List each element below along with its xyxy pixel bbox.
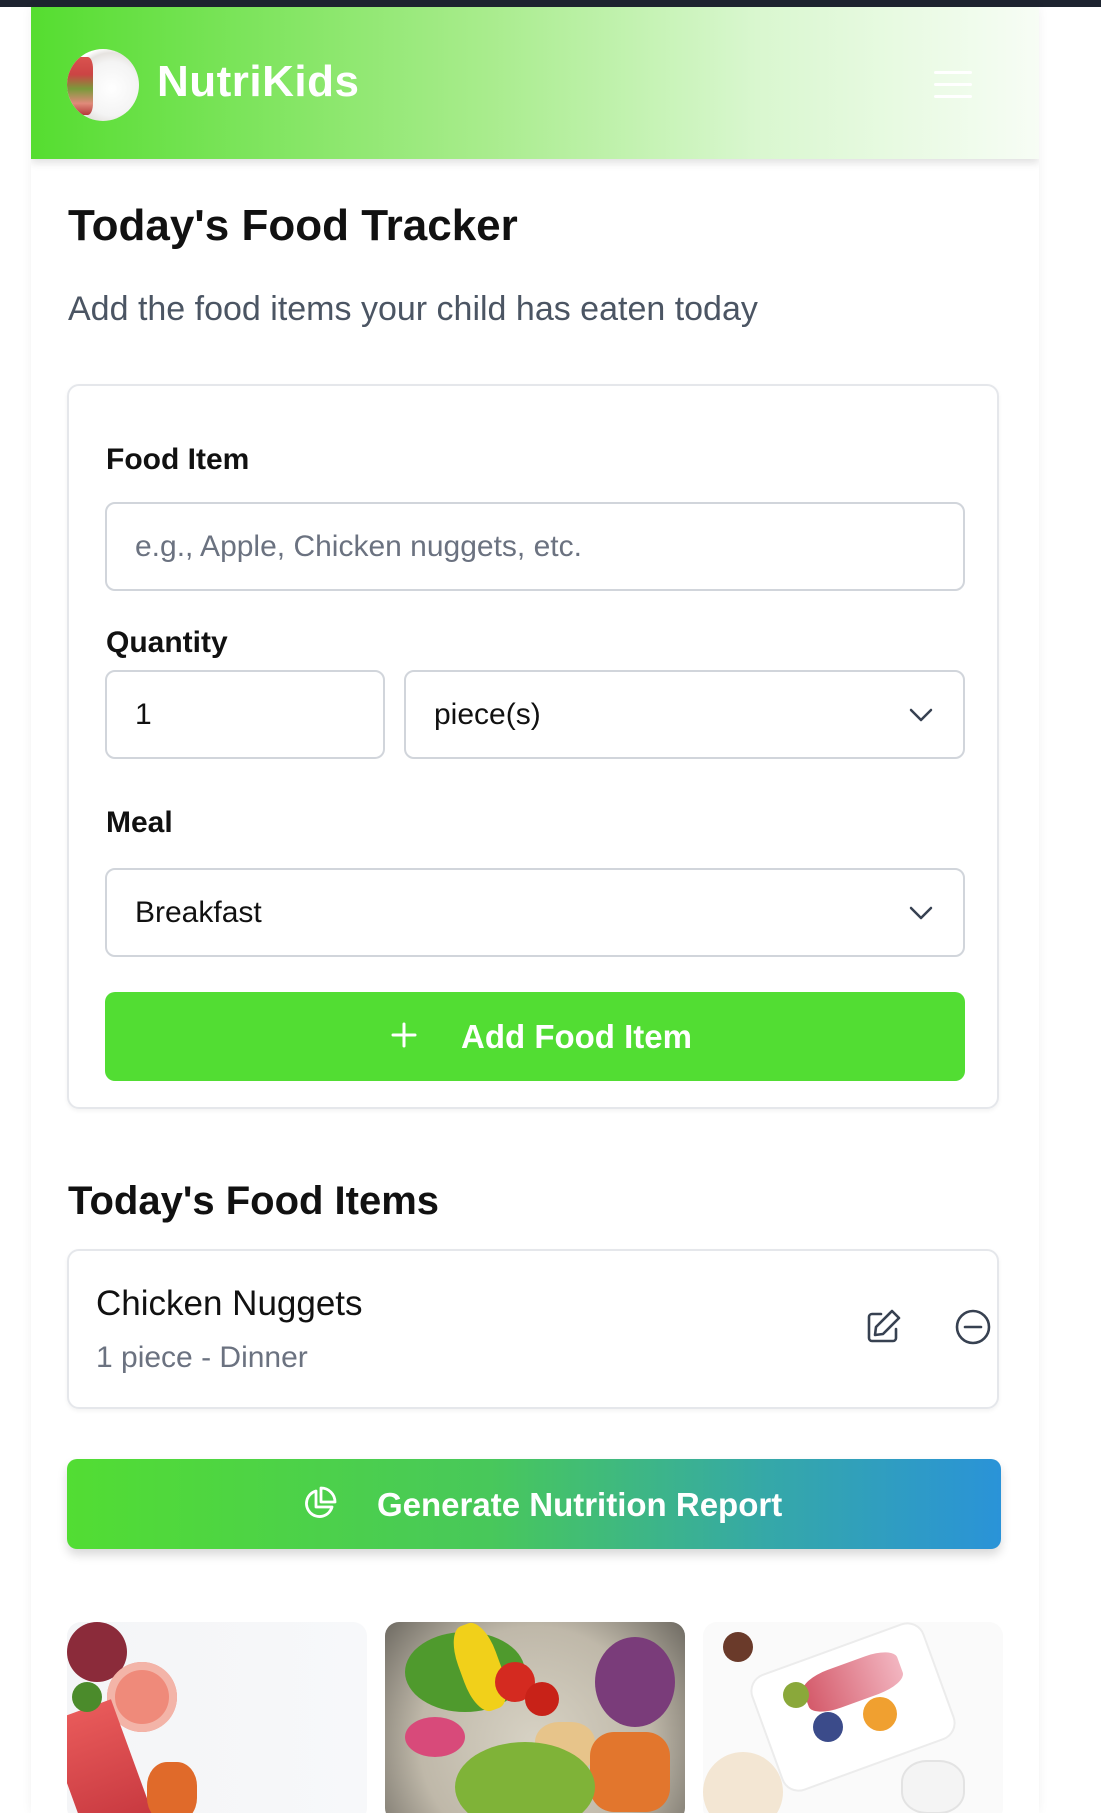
quantity-label: Quantity	[106, 626, 228, 659]
food-item-input[interactable]	[105, 502, 965, 591]
generate-report-button[interactable]: Generate Nutrition Report	[67, 1459, 1001, 1549]
browser-top-edge	[0, 0, 1101, 7]
list-item: Chicken Nuggets 1 piece - Dinner	[67, 1249, 999, 1409]
food-item-detail: 1 piece - Dinner	[96, 1341, 308, 1374]
page-gutter	[1039, 7, 1101, 1813]
logo-fruit-image	[67, 57, 93, 115]
generate-report-label: Generate Nutrition Report	[377, 1486, 783, 1523]
salad-bowl-image	[385, 1622, 685, 1813]
chevron-down-icon	[909, 906, 933, 919]
app-header: NutriKids	[31, 7, 1039, 159]
minus-circle-icon[interactable]	[953, 1307, 993, 1347]
edit-icon[interactable]	[863, 1307, 903, 1347]
add-food-item-label: Add Food Item	[461, 1018, 692, 1055]
food-items-heading: Today's Food Items	[68, 1179, 440, 1223]
brand-name[interactable]: NutriKids	[157, 57, 360, 107]
meal-select-value: Breakfast	[135, 895, 262, 929]
pie-chart-icon	[305, 1486, 337, 1518]
food-item-name: Chicken Nuggets	[96, 1284, 363, 1323]
app-container: NutriKids Today's Food Tracker Add the f…	[31, 7, 1039, 1813]
add-food-item-button[interactable]: Add Food Item	[105, 992, 965, 1081]
page-title: Today's Food Tracker	[68, 201, 518, 250]
hamburger-menu-icon[interactable]	[934, 71, 972, 99]
page-subtitle: Add the food items your child has eaten …	[68, 290, 758, 328]
meal-select[interactable]: Breakfast	[105, 868, 965, 957]
unit-select-value: piece(s)	[434, 697, 541, 731]
unit-select[interactable]: piece(s)	[404, 670, 965, 759]
add-food-form: Food Item Quantity piece(s) Meal Breakfa…	[67, 384, 999, 1109]
breakfast-table-image	[703, 1622, 1003, 1813]
food-item-label: Food Item	[106, 443, 250, 476]
plus-icon	[391, 1022, 417, 1048]
brand-logo[interactable]	[67, 49, 139, 121]
quantity-input[interactable]	[105, 670, 385, 759]
meal-label: Meal	[106, 806, 173, 839]
chevron-down-icon	[909, 708, 933, 721]
fruit-image	[67, 1622, 367, 1813]
